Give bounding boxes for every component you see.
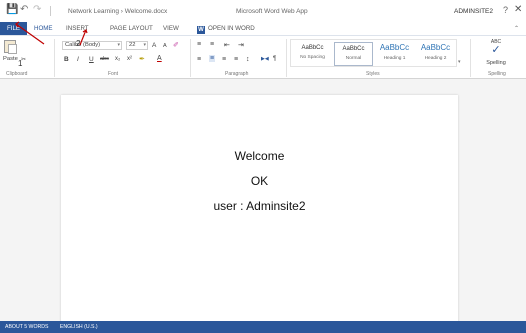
style-sample: AaBbCc xyxy=(420,43,451,52)
clear-formatting-icon[interactable]: ✐ xyxy=(173,41,179,49)
style-name: No Spacing xyxy=(300,55,325,60)
divider xyxy=(190,39,191,77)
bold-button[interactable]: B xyxy=(64,56,69,63)
save-icon[interactable]: 💾 xyxy=(6,5,18,15)
ribbon: Paste ✂ Clipboard Calibri (Body) ▾ 22 ▾ … xyxy=(0,35,526,79)
open-in-word-label: OPEN IN WORD xyxy=(208,25,255,32)
decrease-indent-icon[interactable]: ⇤ xyxy=(224,41,230,49)
tab-page-layout[interactable]: PAGE LAYOUT xyxy=(110,25,153,32)
chevron-down-icon: ▾ xyxy=(143,42,146,48)
ltr-icon[interactable]: ▶◀ xyxy=(261,56,269,62)
paragraph-group-label: Paragraph xyxy=(225,71,249,77)
align-center-icon[interactable]: ≡ xyxy=(209,55,216,62)
document-page[interactable]: Welcome OK user : Adminsite2 xyxy=(61,95,458,325)
style-name: Heading 1 xyxy=(383,56,406,61)
checkmark-icon: ✓ xyxy=(491,44,501,56)
paste-icon[interactable] xyxy=(4,40,17,54)
style-sample: AaBbCc xyxy=(379,43,410,52)
spelling-button[interactable]: Spelling xyxy=(484,60,508,66)
highlight-icon[interactable]: ✒ xyxy=(139,55,145,63)
undo-icon[interactable]: ↶ xyxy=(20,5,28,15)
ribbon-tabs: FILE HOME INSERT PAGE LAYOUT VIEW W OPEN … xyxy=(0,22,526,35)
tab-home[interactable]: HOME xyxy=(34,25,53,32)
align-left-icon[interactable]: ≡ xyxy=(197,56,201,63)
document-line[interactable]: user : Adminsite2 xyxy=(61,199,458,213)
clipboard-more-icon[interactable]: ✂ xyxy=(21,56,26,63)
document-area[interactable]: Welcome OK user : Adminsite2 xyxy=(0,79,526,325)
breadcrumb[interactable]: Network Learning › Welcome.docx xyxy=(68,8,167,15)
redo-icon[interactable]: ↷ xyxy=(33,5,41,15)
spelling-icon[interactable]: ABC ✓ xyxy=(484,39,508,56)
status-bar: ABOUT 5 WORDS ENGLISH (U.S.) xyxy=(0,321,526,333)
justify-icon[interactable]: ≡ xyxy=(234,56,238,63)
document-line[interactable]: OK xyxy=(61,174,458,188)
tab-open-in-word[interactable]: W OPEN IN WORD xyxy=(197,25,255,34)
grow-font-button[interactable]: A xyxy=(152,42,156,49)
show-paragraph-marks-icon[interactable]: ¶ xyxy=(273,56,276,62)
font-group-label: Font xyxy=(108,71,119,77)
strikethrough-button[interactable]: abc xyxy=(100,56,109,62)
divider xyxy=(470,39,471,77)
divider xyxy=(54,39,55,77)
style-normal[interactable]: AaBbCc Normal xyxy=(334,42,373,66)
font-size-value: 22 xyxy=(129,42,136,48)
style-sample: AaBbCc xyxy=(342,46,365,52)
style-heading-2[interactable]: AaBbCc Heading 2 xyxy=(416,42,455,66)
paste-button[interactable]: Paste xyxy=(3,56,18,62)
line-spacing-icon[interactable]: ↕ xyxy=(246,56,250,63)
chevron-down-icon: ▾ xyxy=(458,59,461,65)
italic-button[interactable]: I xyxy=(77,56,79,63)
title-bar: 💾 ↶ ↷ Network Learning › Welcome.docx Mi… xyxy=(0,0,526,22)
language-indicator[interactable]: ENGLISH (U.S.) xyxy=(60,324,98,330)
word-icon: W xyxy=(197,26,205,34)
tab-view[interactable]: VIEW xyxy=(163,25,179,32)
styles-scroll[interactable]: ▾ xyxy=(458,39,464,67)
font-size-select[interactable]: 22 ▾ xyxy=(126,41,148,50)
font-color-button[interactable]: A xyxy=(157,55,162,62)
styles-group-label: Styles xyxy=(366,71,380,77)
tab-insert[interactable]: INSERT xyxy=(66,25,89,32)
subscript-button[interactable]: x₂ xyxy=(115,56,120,62)
shrink-font-button[interactable]: A xyxy=(163,43,167,49)
font-family-value: Calibri (Body) xyxy=(65,42,101,48)
help-icon[interactable]: ? xyxy=(503,5,508,15)
document-line[interactable]: Welcome xyxy=(61,149,458,163)
font-family-select[interactable]: Calibri (Body) ▾ xyxy=(62,41,122,50)
increase-indent-icon[interactable]: ⇥ xyxy=(238,41,244,49)
bullets-icon[interactable]: ≡ xyxy=(197,41,201,48)
spelling-group-label: Spelling xyxy=(488,71,506,77)
styles-gallery: AaBbCc No Spacing AaBbCc Normal AaBbCc H… xyxy=(290,39,457,67)
user-name[interactable]: ADMINSITE2 xyxy=(454,8,493,15)
superscript-button[interactable]: x² xyxy=(127,56,132,62)
style-sample: AaBbCc xyxy=(301,45,324,51)
style-no-spacing[interactable]: AaBbCc No Spacing xyxy=(293,42,332,66)
align-right-icon[interactable]: ≡ xyxy=(222,56,226,63)
tab-file[interactable]: FILE xyxy=(0,22,27,35)
underline-button[interactable]: U xyxy=(89,56,94,63)
app-title: Microsoft Word Web App xyxy=(236,8,308,15)
collapse-ribbon-icon[interactable]: ⌃ xyxy=(514,25,519,32)
numbering-icon[interactable]: ≡ xyxy=(210,41,214,48)
divider xyxy=(50,6,51,16)
style-name: Heading 2 xyxy=(424,56,447,61)
word-count: ABOUT 5 WORDS xyxy=(5,324,49,330)
style-heading-1[interactable]: AaBbCc Heading 1 xyxy=(375,42,414,66)
divider xyxy=(286,39,287,77)
close-icon[interactable]: ✕ xyxy=(514,4,522,15)
chevron-down-icon: ▾ xyxy=(117,42,120,48)
clipboard-group-label: Clipboard xyxy=(6,71,28,77)
style-name: Normal xyxy=(345,56,362,61)
